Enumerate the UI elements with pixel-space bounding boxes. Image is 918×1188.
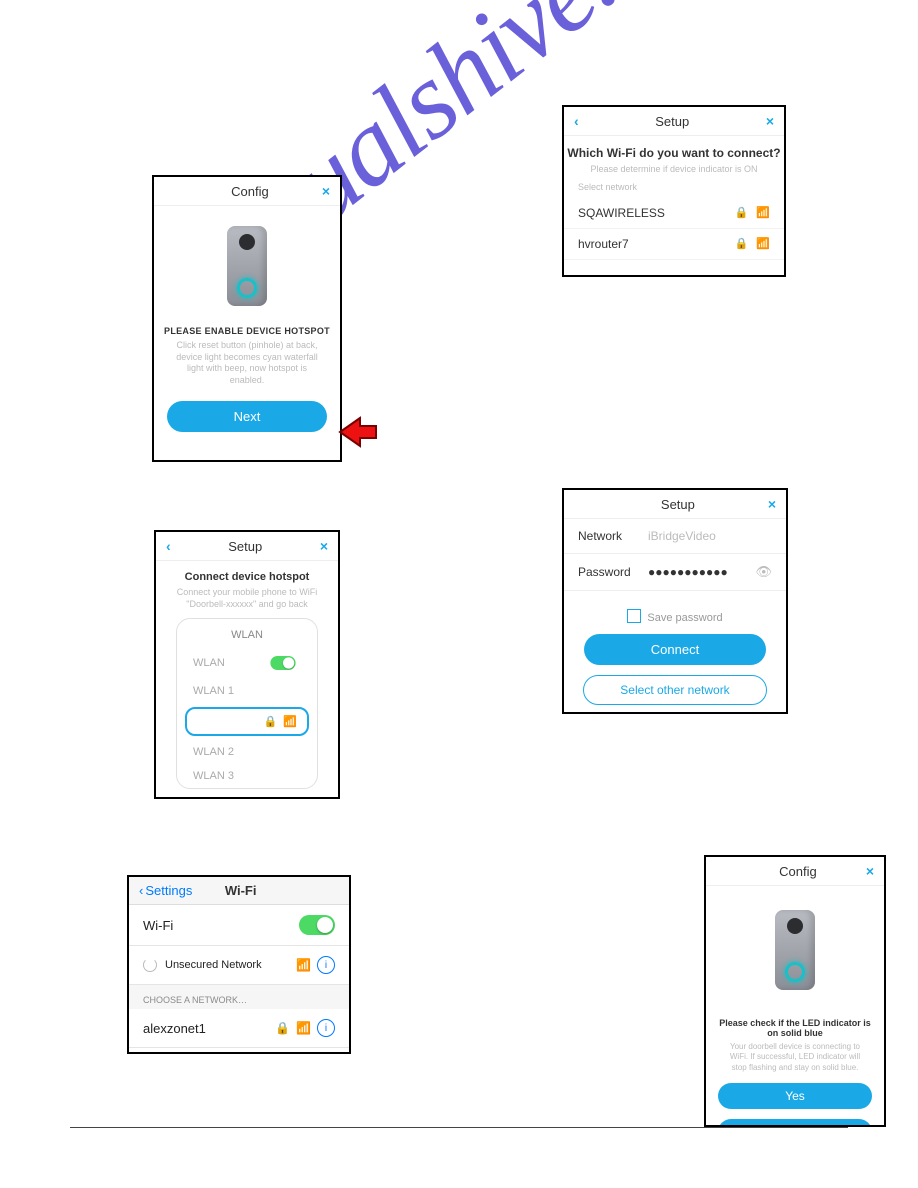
arrow-icon [330,412,380,452]
connected-network-cell[interactable]: Unsecured Network i [129,946,349,985]
screenF-title: Config [730,864,866,879]
wifi-toggle[interactable] [299,915,335,935]
spinner-icon [143,958,157,972]
wlan-card: WLAN WLAN WLAN 1 WLAN 2 WLAN 3 [176,618,318,789]
close-icon[interactable]: × [322,183,330,199]
screenB-title: Setup [579,114,766,129]
wlan-row-label: WLAN 3 [193,770,234,782]
unsecured-label: Unsecured Network [165,959,262,971]
settings-back-button[interactable]: ‹ Settings [139,883,192,898]
screenB-note: Please determine if device indicator is … [564,164,784,176]
wifi-toggle-cell[interactable]: Wi-Fi [129,905,349,946]
network-field: Network iBridgeVideo [564,519,786,554]
screen-config-led: Config × Please check if the LED indicat… [704,855,886,1127]
network-name: alexzonet1 [143,1021,206,1036]
screenC-heading: Connect device hotspot [156,571,338,583]
checkbox-icon [627,609,641,623]
device-illustration [217,226,277,316]
wlan-toggle[interactable] [270,656,295,670]
wifi-icon [296,958,311,972]
choose-network-label: CHOOSE A NETWORK… [129,985,349,1009]
info-icon[interactable]: i [317,1019,335,1037]
screen-wifi-select: ‹ Setup × Which Wi-Fi do you want to con… [562,105,786,277]
close-icon[interactable]: × [866,863,874,879]
screen-ios-wifi: ‹ Settings Wi-Fi Wi-Fi Unsecured Network… [127,875,351,1054]
screenA-title: Config [178,184,322,199]
select-other-button[interactable]: Select other network [583,675,767,705]
screenC-note: Connect your mobile phone to WiFi "Doorb… [156,587,338,610]
eye-icon[interactable]: 👁 [755,564,772,580]
screenA-heading: PLEASE ENABLE DEVICE HOTSPOT [154,326,340,336]
wlan-card-title: WLAN [177,619,317,647]
network-row[interactable]: Cisco5G i [129,1048,349,1054]
screenA-note: Click reset button (pinhole) at back, de… [154,340,340,387]
network-value: iBridgeVideo [648,529,772,543]
screenB-section-label: Select network [564,176,784,198]
close-icon[interactable]: × [766,113,774,129]
network-row[interactable]: hvrouter7 [564,229,784,260]
screenF-heading: Please check if the LED indicator is on … [706,1018,884,1038]
wifi-icon [756,237,770,250]
device-illustration [765,910,825,1000]
network-label: Network [578,529,648,543]
lock-icon [735,206,749,219]
network-name: SQAWIRELESS [578,206,665,220]
connect-button[interactable]: Connect [584,634,766,665]
page-divider [70,1127,848,1128]
screenE-title: Wi-Fi [192,883,289,898]
wifi-icon [283,715,297,728]
screenC-title: Setup [171,539,320,554]
lock-icon [275,1021,290,1035]
network-row[interactable]: SQAWIRELESS [564,198,784,229]
wifi-icon [756,206,770,219]
next-button[interactable]: Next [167,401,327,432]
chevron-left-icon: ‹ [139,883,143,898]
add-again-button[interactable]: Add Again [718,1119,871,1127]
screen-config-hotspot: Config × PLEASE ENABLE DEVICE HOTSPOT Cl… [152,175,342,462]
screenB-question: Which Wi-Fi do you want to connect? [564,146,784,160]
settings-back-label: Settings [145,883,192,898]
screenD-title: Setup [588,497,768,512]
save-password-checkbox[interactable]: Save password [564,609,786,624]
password-field[interactable]: Password ●●●●●●●●●●● 👁 [564,554,786,591]
wlan-label: WLAN [193,657,225,669]
screen-password: Setup × Network iBridgeVideo Password ●●… [562,488,788,714]
close-icon[interactable]: × [768,496,776,512]
wlan-row-label: WLAN 1 [193,685,234,697]
wlan-row-label: WLAN 2 [193,746,234,758]
network-row[interactable]: alexzonet1 i [129,1009,349,1048]
password-label: Password [578,565,648,579]
lock-icon [735,237,749,250]
network-name: hvrouter7 [578,237,629,251]
lock-icon [264,715,278,728]
wlan-selected-row[interactable] [185,707,309,736]
wifi-icon [296,1021,311,1035]
screen-connect-hotspot: ‹ Setup × Connect device hotspot Connect… [154,530,340,799]
close-icon[interactable]: × [320,538,328,554]
yes-button[interactable]: Yes [718,1083,871,1109]
wifi-label: Wi-Fi [143,918,173,933]
screenF-note: Your doorbell device is connecting to Wi… [706,1042,884,1073]
password-value: ●●●●●●●●●●● [648,565,755,579]
info-icon[interactable]: i [317,956,335,974]
